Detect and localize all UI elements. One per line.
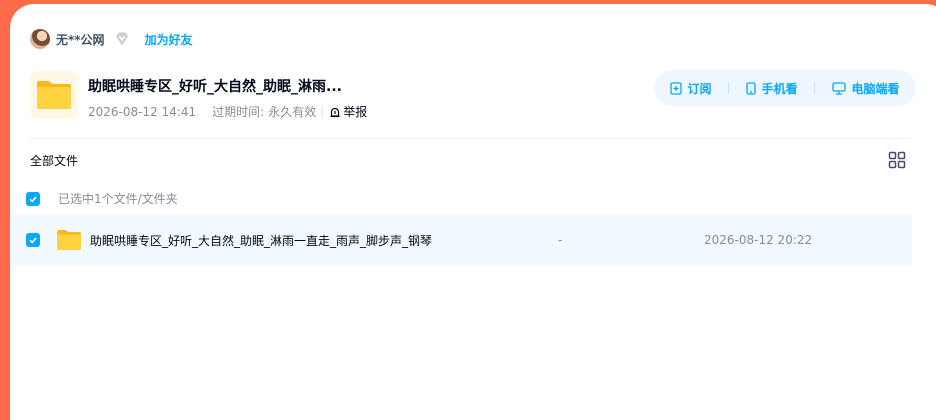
expire-label: 过期时间: [212,105,265,119]
selection-count: 已选中1个文件/文件夹 [58,192,178,206]
sharer-name[interactable]: 无**公网 [56,31,105,48]
select-all-checkbox[interactable] [26,191,40,206]
subscribe-icon [670,81,683,95]
divider [814,82,816,94]
phone-icon [746,81,757,95]
check-icon [29,237,37,244]
monitor-icon [832,81,847,95]
pc-view-button[interactable]: 电脑端看 [832,80,899,97]
file-name[interactable]: 助眠哄睡专区_好听_大自然_助眠_淋雨一直走_雨声_脚步声_钢琴 [90,232,432,249]
share-date: 2026-08-12 14:41 [88,104,197,119]
sharer-info: 无**公网 加为好友 [30,28,193,50]
table-row[interactable]: 助眠哄睡专区_好听_大自然_助眠_淋雨一直走_雨声_脚步声_钢琴 - 2026-… [10,215,912,265]
folder-icon [57,230,81,250]
mobile-view-label: 手机看 [761,81,798,96]
avatar[interactable] [30,29,50,49]
grid-view-icon[interactable] [888,151,906,169]
share-page-card: 无**公网 加为好友 助眠哄睡专区_好听_大自然_助眠_淋雨... 2026-0… [10,4,936,420]
share-info: 助眠哄睡专区_好听_大自然_助眠_淋雨... 2026-08-12 14:41 … [30,71,367,120]
share-actions: 订阅 手机看 电脑端看 [654,70,916,106]
breadcrumb[interactable]: 全部文件 [30,152,78,169]
divider [728,82,730,94]
row-checkbox[interactable] [26,233,40,247]
folder-icon [37,81,71,109]
share-title: 助眠哄睡专区_好听_大自然_助眠_淋雨... [88,79,342,95]
subscribe-label: 订阅 [687,81,712,96]
selection-bar: 已选中1个文件/文件夹 [26,190,178,207]
subscribe-button[interactable]: 订阅 [670,80,712,97]
mobile-view-button[interactable]: 手机看 [746,80,797,97]
share-folder-icon-wrap [30,71,78,119]
share-subline: 2026-08-12 14:41 过期时间: 永久有效 举报 [88,103,367,120]
header-divider [30,138,910,139]
divider [322,105,324,118]
file-size: - [558,233,563,247]
file-modified-time: 2026-08-12 20:22 [704,233,813,247]
check-icon [29,195,37,203]
report-label: 举报 [343,105,368,119]
vip-diamond-icon [115,32,128,46]
report-button[interactable]: 举报 [329,103,367,120]
expire-value: 永久有效 [268,105,317,119]
report-icon [330,107,340,117]
share-meta: 助眠哄睡专区_好听_大自然_助眠_淋雨... 2026-08-12 14:41 … [88,71,367,120]
add-friend-link[interactable]: 加为好友 [145,31,193,48]
pc-view-label: 电脑端看 [851,81,900,96]
